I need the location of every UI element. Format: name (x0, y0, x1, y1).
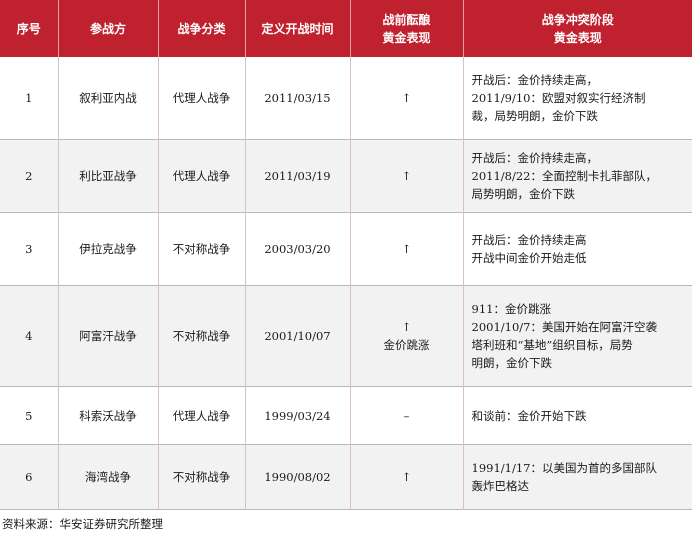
cell-type: 代理人战争 (158, 386, 246, 445)
cell-type: 代理人战争 (158, 57, 246, 140)
cell-pre: ↑ (350, 57, 464, 140)
table-row: 3 伊拉克战争 不对称战争 2003/03/20 ↑ 开战后：金价持续走高 开战… (0, 212, 692, 286)
header-pre: 战前酝酿 黄金表现 (350, 0, 464, 57)
header-conflict: 战争冲突阶段 黄金表现 (463, 0, 692, 57)
cell-date: 1990/08/02 (245, 444, 351, 510)
header-date: 定义开战时间 (245, 0, 351, 57)
cell-date: 2003/03/20 (245, 212, 351, 286)
cell-no: 6 (0, 444, 59, 510)
cell-type: 不对称战争 (158, 444, 246, 510)
gold-war-table: 序号 参战方 战争分类 定义开战时间 战前酝酿 黄金表现 战争冲突阶段 黄金表现… (0, 0, 692, 510)
cell-party: 科索沃战争 (58, 386, 159, 445)
header-party: 参战方 (58, 0, 159, 57)
cell-type: 代理人战争 (158, 139, 246, 213)
table-row: 4 阿富汗战争 不对称战争 2001/10/07 ↑ 金价跳涨 911：金价跳涨… (0, 285, 692, 387)
cell-party: 伊拉克战争 (58, 212, 159, 286)
cell-no: 3 (0, 212, 59, 286)
table-row: 6 海湾战争 不对称战争 1990/08/02 ↑ 1991/1/17：以美国为… (0, 444, 692, 510)
cell-conflict: 和谈前：金价开始下跌 (463, 386, 692, 445)
cell-pre: ↑ (350, 212, 464, 286)
cell-no: 2 (0, 139, 59, 213)
cell-no: 4 (0, 285, 59, 387)
cell-party: 叙利亚内战 (58, 57, 159, 140)
cell-date: 1999/03/24 (245, 386, 351, 445)
cell-party: 阿富汗战争 (58, 285, 159, 387)
table-row: 5 科索沃战争 代理人战争 1999/03/24 – 和谈前：金价开始下跌 (0, 386, 692, 445)
cell-date: 2001/10/07 (245, 285, 351, 387)
header-no: 序号 (0, 0, 59, 57)
cell-no: 1 (0, 57, 59, 140)
cell-date: 2011/03/19 (245, 139, 351, 213)
header-type: 战争分类 (158, 0, 246, 57)
cell-type: 不对称战争 (158, 212, 246, 286)
cell-party: 海湾战争 (58, 444, 159, 510)
cell-pre: ↑ (350, 139, 464, 213)
cell-conflict: 1991/1/17：以美国为首的多国部队 轰炸巴格达 (463, 444, 692, 510)
cell-conflict: 开战后：金价持续走高 开战中间金价开始走低 (463, 212, 692, 286)
cell-pre: – (350, 386, 464, 445)
source-note: 资料来源：华安证券研究所整理 (2, 517, 163, 531)
cell-date: 2011/03/15 (245, 57, 351, 140)
cell-type: 不对称战争 (158, 285, 246, 387)
table-row: 2 利比亚战争 代理人战争 2011/03/19 ↑ 开战后：金价持续走高， 2… (0, 139, 692, 213)
cell-pre: ↑ (350, 444, 464, 510)
cell-pre: ↑ 金价跳涨 (350, 285, 464, 387)
cell-conflict: 开战后：金价持续走高， 2011/8/22：全面控制卡扎菲部队， 局势明朗，金价… (463, 139, 692, 213)
header-row: 序号 参战方 战争分类 定义开战时间 战前酝酿 黄金表现 战争冲突阶段 黄金表现 (0, 0, 692, 57)
cell-conflict: 开战后：金价持续走高， 2011/9/10：欧盟对叙实行经济制 裁，局势明朗，金… (463, 57, 692, 140)
table-row: 1 叙利亚内战 代理人战争 2011/03/15 ↑ 开战后：金价持续走高， 2… (0, 57, 692, 140)
cell-party: 利比亚战争 (58, 139, 159, 213)
cell-no: 5 (0, 386, 59, 445)
cell-conflict: 911：金价跳涨 2001/10/7：美国开始在阿富汗空袭 塔利班和“基地”组织… (463, 285, 692, 387)
